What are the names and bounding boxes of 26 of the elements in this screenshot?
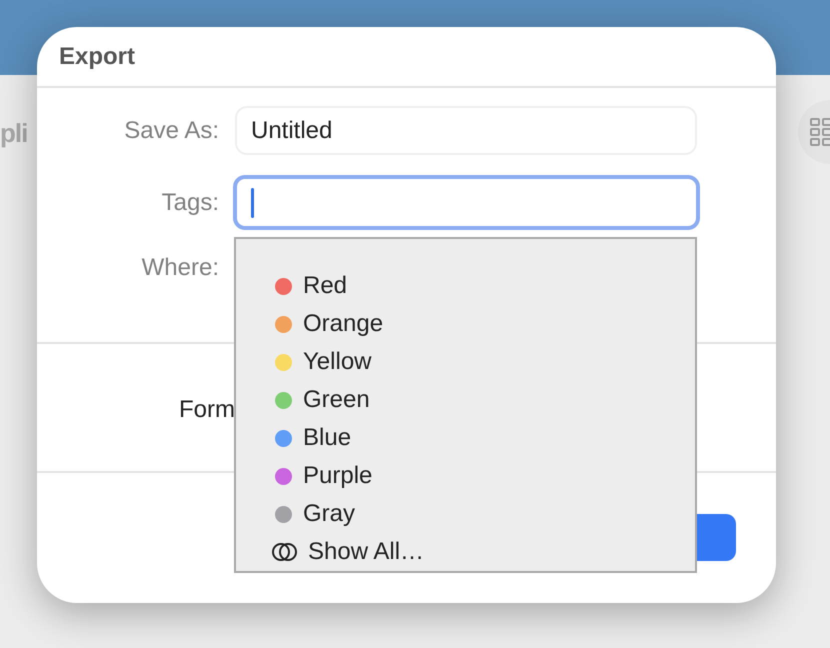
menu-item[interactable]: Show All… [272,537,695,567]
menu-item[interactable]: Blue [272,423,695,453]
tag-name: Purple [303,462,372,490]
tag-name: Yellow [303,348,372,376]
menu-item[interactable]: Green [272,385,695,415]
input-field[interactable] [233,175,700,230]
field-label: Save As: [123,116,219,144]
app-label: pli [0,118,28,149]
tag-name: Green [303,386,370,414]
menu-item[interactable]: Red [272,271,695,301]
dialog-title: Export [59,43,136,70]
menu-item[interactable]: Purple [272,461,695,491]
field-label: Tags: [160,188,219,216]
field-label: Where: [140,254,219,282]
overlapping-circles-icon [272,542,298,562]
tag-name: Orange [303,310,384,338]
tag-name: Red [303,272,348,300]
tag-name: Gray [303,500,356,528]
show-all-label: Show All… [308,538,424,566]
menu-item[interactable]: Orange [272,309,695,339]
grid-icon [810,117,830,147]
tag-name: Blue [303,424,352,452]
field-label: Form [179,396,235,423]
menu-item[interactable]: Yellow [272,347,695,377]
input-field[interactable]: Untitled [235,106,697,155]
menu-item[interactable]: Gray [272,499,695,529]
